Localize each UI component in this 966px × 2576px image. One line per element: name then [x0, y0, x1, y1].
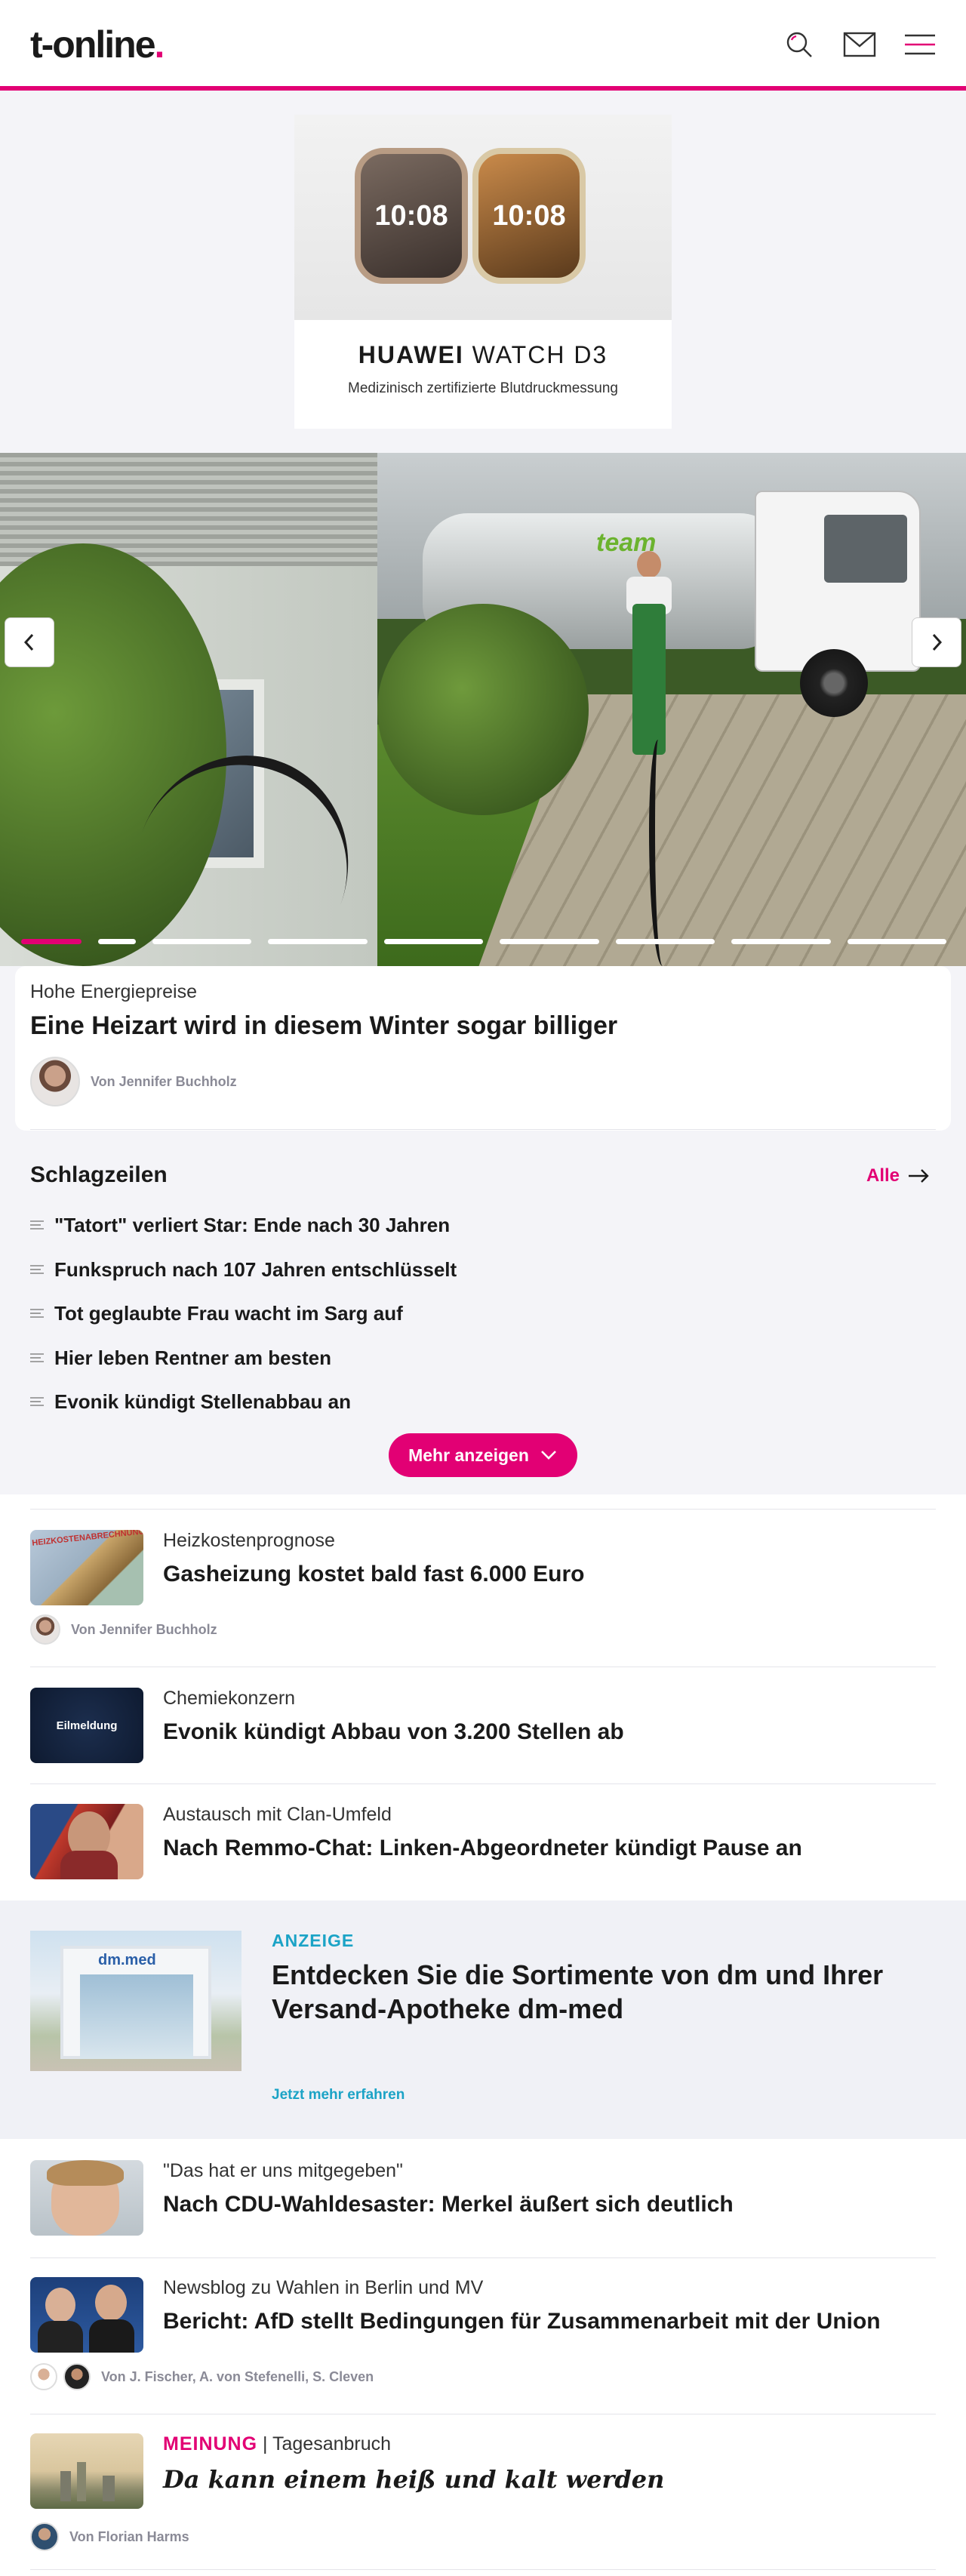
teaser-headline[interactable]: Nach CDU-Wahldesaster: Merkel äußert sic…	[163, 2192, 933, 2217]
text-lines-icon	[30, 1308, 44, 1318]
teaser-author: Von Jennifer Buchholz	[30, 1614, 217, 1645]
site-header: t-online.	[0, 0, 966, 91]
watch-ad-image: 10:08 10:08	[294, 115, 672, 320]
sponsored-label: ANZEIGE	[272, 1931, 355, 1950]
divider	[30, 1129, 936, 1130]
teaser-headline[interactable]: Evonik kündigt Abbau von 3.200 Stellen a…	[163, 1719, 933, 1745]
chevron-left-icon	[23, 633, 34, 651]
hero-carousel-image[interactable]: team	[0, 453, 966, 966]
show-more-button[interactable]: Mehr anzeigen	[389, 1433, 577, 1477]
carousel-indicators	[21, 939, 946, 945]
watch-ad-brand: HUAWEI WATCH D3	[358, 341, 608, 368]
sponsored-cta-link[interactable]: Jetzt mehr erfahren	[272, 2087, 405, 2104]
teaser-kicker: "Das hat er uns mitgegeben"	[163, 2160, 403, 2181]
headline-item[interactable]: Funkspruch nach 107 Jahren entschlüsselt	[30, 1258, 457, 1282]
author-avatar	[30, 1614, 60, 1645]
carousel-dot[interactable]	[731, 939, 831, 944]
carousel-next-button[interactable]	[912, 617, 961, 667]
text-lines-icon	[30, 1353, 44, 1362]
teaser-article[interactable]: Newsblog zu Wahlen in Berlin und MV Beri…	[30, 2277, 936, 2405]
sponsored-teaser[interactable]: dm.med ANZEIGE Entdecken Sie die Sortime…	[0, 1900, 966, 2139]
divider	[30, 1509, 936, 1510]
teaser-kicker: Austausch mit Clan-Umfeld	[163, 1804, 392, 1825]
teaser-kicker: MEINUNG | Tagesanbruch	[163, 2433, 392, 2454]
teaser-thumbnail	[30, 2433, 143, 2509]
teaser-thumbnail: Eilmeldung	[30, 1688, 143, 1763]
divider	[30, 2257, 936, 2258]
headline-item[interactable]: Tot geglaubte Frau wacht im Sarg auf	[30, 1302, 403, 1325]
carousel-dot-active[interactable]	[21, 939, 82, 944]
watch-right: 10:08	[472, 148, 586, 284]
teaser-kicker: Chemiekonzern	[163, 1688, 296, 1709]
teaser-kicker: Newsblog zu Wahlen in Berlin und MV	[163, 2277, 484, 2298]
headlines-title: Schlagzeilen	[30, 1162, 168, 1187]
watch-left: 10:08	[355, 148, 468, 284]
author-avatar	[30, 2363, 57, 2390]
teaser-kicker: Heizkostenprognose	[163, 1530, 335, 1551]
watch-ad-subtitle: Medizinisch zertifizierte Blutdruckmessu…	[348, 380, 618, 396]
menu-icon[interactable]	[903, 27, 937, 62]
teaser-thumbnail	[30, 2277, 143, 2353]
teaser-thumbnail	[30, 2160, 143, 2236]
author-avatar	[30, 2522, 59, 2551]
teaser-thumbnail	[30, 1804, 143, 1879]
hero-kicker: Hohe Energiepreise	[30, 981, 197, 1002]
carousel-dot[interactable]	[383, 939, 484, 944]
teaser-authors: Von J. Fischer, A. von Stefenelli, S. Cl…	[30, 2363, 374, 2390]
carousel-dot[interactable]	[615, 939, 715, 944]
teaser-article[interactable]: "Das hat er uns mitgegeben" Nach CDU-Wah…	[30, 2160, 936, 2236]
search-icon[interactable]	[782, 27, 817, 62]
carousel-dot[interactable]	[152, 939, 252, 944]
headline-item[interactable]: "Tatort" verliert Star: Ende nach 30 Jah…	[30, 1214, 450, 1237]
sponsored-thumbnail: dm.med	[30, 1931, 242, 2071]
chevron-right-icon	[932, 633, 943, 651]
carousel-dot[interactable]	[268, 939, 368, 944]
headlines-box: Schlagzeilen Alle "Tatort" verliert Star…	[15, 1147, 951, 1494]
site-logo[interactable]: t-online.	[30, 23, 165, 66]
text-lines-icon	[30, 1396, 44, 1406]
arrow-right-icon	[909, 1169, 929, 1183]
author-avatar	[30, 1057, 80, 1106]
teaser-headline[interactable]: Da kann einem heiß und kalt werden	[163, 2465, 933, 2494]
carousel-dot[interactable]	[98, 939, 136, 944]
headline-item[interactable]: Evonik kündigt Stellenabbau an	[30, 1390, 351, 1414]
huawei-watch-ad[interactable]: 10:08 10:08 HUAWEI WATCH D3 Medizinisch …	[294, 115, 672, 429]
carousel-dot[interactable]	[847, 939, 946, 944]
text-lines-icon	[30, 1220, 44, 1230]
teaser-author: Von Florian Harms	[30, 2522, 189, 2551]
teaser-headline[interactable]: Nach Remmo-Chat: Linken-Abgeordneter kün…	[163, 1836, 933, 1861]
hero-bush-middle	[377, 604, 589, 815]
carousel-dot[interactable]	[500, 939, 599, 944]
divider	[30, 2569, 936, 2570]
hero-headline[interactable]: Eine Heizart wird in diesem Winter sogar…	[30, 1011, 617, 1041]
carousel-prev-button[interactable]	[5, 617, 54, 667]
headline-item[interactable]: Hier leben Rentner am besten	[30, 1346, 331, 1370]
mail-icon[interactable]	[842, 27, 877, 62]
teaser-article[interactable]: Eilmeldung Chemiekonzern Evonik kündigt …	[30, 1688, 936, 1763]
teaser-headline[interactable]: Gasheizung kostet bald fast 6.000 Euro	[163, 1562, 933, 1587]
teaser-headline[interactable]: Bericht: AfD stellt Bedingungen für Zusa…	[163, 2309, 933, 2334]
teaser-article[interactable]: MEINUNG | Tagesanbruch Da kann einem hei…	[30, 2433, 936, 2562]
hero-article-card[interactable]: Hohe Energiepreise Eine Heizart wird in …	[15, 966, 951, 1131]
author-avatar	[63, 2363, 91, 2390]
teaser-article[interactable]: HEIZKOSTENABRECHNUNG Heizkostenprognose …	[30, 1530, 936, 1658]
teaser-article[interactable]: Austausch mit Clan-Umfeld Nach Remmo-Cha…	[30, 1804, 936, 1879]
headlines-all-link[interactable]: Alle	[866, 1165, 930, 1186]
teaser-thumbnail: HEIZKOSTENABRECHNUNG	[30, 1530, 143, 1605]
text-lines-icon	[30, 1264, 44, 1274]
hero-author: Von Jennifer Buchholz	[30, 1057, 237, 1106]
chevron-down-icon	[540, 1451, 556, 1460]
sponsored-headline[interactable]: Entdecken Sie die Sortimente von dm und …	[272, 1958, 921, 2026]
ad-banner-area: 10:08 10:08 HUAWEI WATCH D3 Medizinisch …	[0, 95, 966, 453]
